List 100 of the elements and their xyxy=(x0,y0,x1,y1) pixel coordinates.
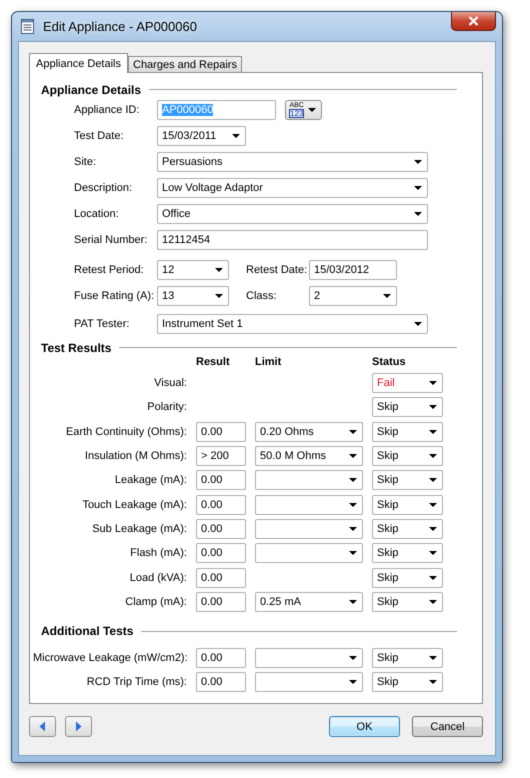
caret-icon xyxy=(429,430,437,434)
result-field[interactable]: 0.00 xyxy=(196,543,246,564)
caret-icon xyxy=(232,134,240,138)
caret-icon xyxy=(349,600,357,604)
serial-number-field[interactable]: 12112454 xyxy=(157,230,428,250)
result-field[interactable]: 0.00 xyxy=(196,648,246,668)
status-dropdown[interactable]: Skip xyxy=(372,543,443,564)
site-dropdown[interactable]: Persuasions xyxy=(157,152,428,172)
status-dropdown[interactable]: Skip xyxy=(372,672,443,692)
result-field[interactable]: 0.00 xyxy=(196,592,246,612)
limit-dropdown[interactable]: 0.25 mA xyxy=(255,592,363,612)
test-label: Sub Leakage (mA): xyxy=(91,522,187,535)
caret-icon xyxy=(349,502,357,507)
field-label: Retest Date: xyxy=(246,264,308,276)
caret-icon xyxy=(429,576,437,580)
column-header: Limit xyxy=(255,356,282,368)
section-heading: Test Results xyxy=(41,340,112,354)
test-label: RCD Trip Time (ms): xyxy=(86,676,187,688)
column-header: Result xyxy=(196,356,231,368)
description-dropdown[interactable]: Low Voltage Adaptor xyxy=(157,178,428,198)
test-label: Flash (mA): xyxy=(129,547,187,560)
test-label: Clamp (mA): xyxy=(124,596,187,608)
result-field[interactable]: 0.00 xyxy=(196,494,246,515)
test-label: Microwave Leakage (mW/cm2): xyxy=(33,652,187,664)
tab[interactable]: Appliance Details xyxy=(29,53,128,73)
right-arrow-icon xyxy=(75,721,82,732)
status-dropdown[interactable]: Skip xyxy=(372,446,443,466)
limit-dropdown[interactable] xyxy=(255,648,363,668)
field-label: Retest Period: xyxy=(74,264,145,276)
test-label: Earth Continuity (Ohms): xyxy=(64,426,187,438)
caret-icon xyxy=(414,322,422,326)
class-dropdown[interactable]: 2 xyxy=(309,286,397,306)
dialog-button[interactable]: Cancel xyxy=(412,716,483,737)
field-label: Serial Number: xyxy=(74,234,148,246)
caret-icon xyxy=(414,186,422,190)
caret-icon xyxy=(429,680,437,684)
status-dropdown[interactable]: Skip xyxy=(372,592,443,612)
retest-date-field[interactable]: 15/03/2012 xyxy=(309,260,397,280)
caret-icon xyxy=(429,656,437,660)
field-label: Fuse Rating (A): xyxy=(74,290,156,302)
limit-dropdown[interactable] xyxy=(255,543,363,564)
status-dropdown[interactable]: Skip xyxy=(372,568,443,588)
status-dropdown[interactable]: Skip xyxy=(372,397,443,418)
limit-dropdown[interactable] xyxy=(255,672,363,692)
limit-dropdown[interactable]: 0.20 Ohms xyxy=(255,422,363,442)
caret-icon xyxy=(383,294,391,298)
location-dropdown[interactable]: Office xyxy=(157,204,428,224)
test-label: Touch Leakage (mA): xyxy=(81,498,187,511)
date-dropdown[interactable]: 15/03/2011 xyxy=(157,126,246,146)
status-dropdown[interactable]: Skip xyxy=(372,518,443,539)
caret-icon xyxy=(429,454,437,458)
limit-dropdown[interactable] xyxy=(255,518,363,539)
pat-tester-dropdown[interactable]: Instrument Set 1 xyxy=(157,314,428,334)
caret-icon xyxy=(429,551,437,556)
test-label: Load (kVA): xyxy=(128,572,187,584)
limit-dropdown[interactable] xyxy=(255,494,363,515)
caret-icon xyxy=(414,212,422,216)
dialog-button[interactable]: OK xyxy=(329,716,400,737)
caret-icon xyxy=(215,294,223,298)
tab[interactable]: Charges and Repairs xyxy=(128,56,242,72)
caret-icon xyxy=(349,680,357,684)
caret-icon xyxy=(308,108,316,112)
result-field[interactable]: 0.00 xyxy=(196,470,246,490)
column-header: Status xyxy=(372,356,407,368)
next-button[interactable] xyxy=(65,716,92,737)
field-label: Site: xyxy=(74,156,98,168)
result-field[interactable]: 0.00 xyxy=(196,568,246,588)
caret-icon xyxy=(215,268,223,272)
field-label: Appliance ID: xyxy=(74,104,140,116)
caret-icon xyxy=(349,526,357,531)
caret-icon xyxy=(429,600,437,604)
caret-icon xyxy=(349,656,357,660)
status-dropdown[interactable]: Skip xyxy=(372,470,443,490)
caret-icon xyxy=(429,502,437,507)
fuse-rating-dropdown[interactable]: 13 xyxy=(157,286,229,306)
test-label: Polarity: xyxy=(146,401,187,414)
field-label: Description: xyxy=(74,182,134,194)
result-field[interactable]: 0.00 xyxy=(196,672,246,692)
window-title: Edit Appliance - AP000060 xyxy=(43,19,197,34)
result-field[interactable]: > 200 xyxy=(196,446,246,466)
caret-icon xyxy=(349,551,357,556)
result-field[interactable]: 0.00 xyxy=(196,518,246,539)
list-icon xyxy=(21,19,34,34)
retest-period-dropdown[interactable]: 12 xyxy=(157,260,229,280)
field-label: Test Date: xyxy=(74,130,125,142)
status-dropdown[interactable]: Fail xyxy=(372,373,443,394)
caret-icon xyxy=(414,160,422,164)
limit-dropdown[interactable] xyxy=(255,470,363,490)
field-label: Class: xyxy=(246,290,278,302)
test-label: Visual: xyxy=(153,377,187,390)
status-dropdown[interactable]: Skip xyxy=(372,494,443,515)
caret-icon xyxy=(429,478,437,482)
status-dropdown[interactable]: Skip xyxy=(372,422,443,442)
caret-icon xyxy=(429,405,437,410)
result-field[interactable]: 0.00 xyxy=(196,422,246,442)
limit-dropdown[interactable]: 50.0 M Ohms xyxy=(255,446,363,466)
previous-button[interactable] xyxy=(29,716,56,737)
field-label: Location: xyxy=(74,208,120,220)
status-dropdown[interactable]: Skip xyxy=(372,648,443,668)
close-button[interactable] xyxy=(451,12,496,31)
